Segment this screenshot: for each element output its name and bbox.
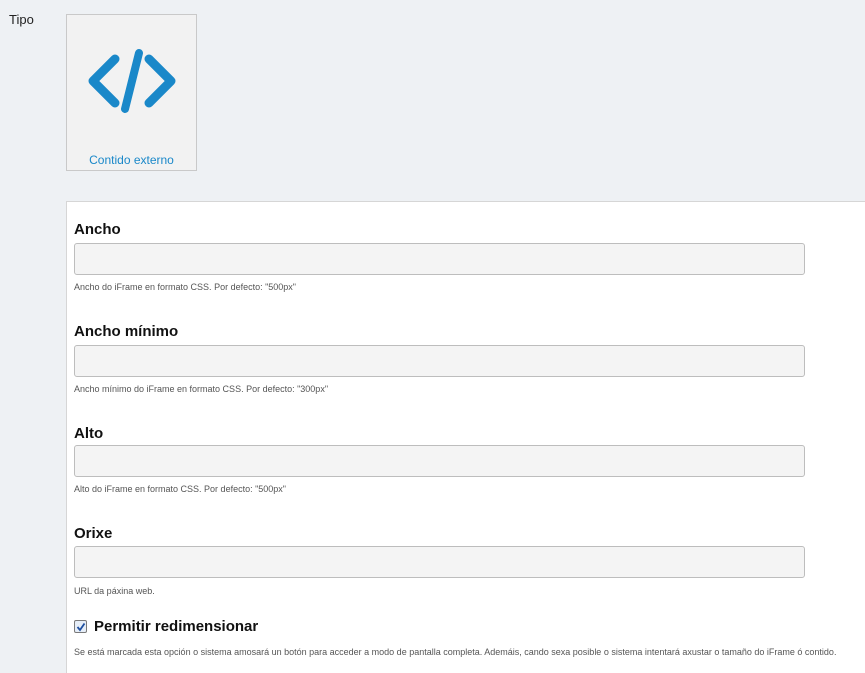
width-input[interactable]	[74, 243, 805, 275]
resize-checkbox-label[interactable]: Permitir redimensionar	[94, 618, 258, 635]
checkmark-icon	[76, 622, 86, 632]
code-icon	[83, 45, 181, 117]
resize-checkbox[interactable]	[74, 620, 87, 633]
form-panel: Ancho Ancho do iFrame en formato CSS. Po…	[66, 201, 865, 673]
width-label: Ancho	[74, 221, 121, 238]
height-description: Alto do iFrame en formato CSS. Por defec…	[74, 484, 286, 494]
source-url-input[interactable]	[74, 546, 805, 578]
min-width-label: Ancho mínimo	[74, 323, 179, 340]
width-description: Ancho do iFrame en formato CSS. Por defe…	[74, 282, 297, 292]
type-label: Tipo	[9, 12, 34, 27]
source-label: Orixe	[74, 525, 113, 542]
content-type-caption: Contido externo	[89, 153, 174, 167]
height-label: Alto	[74, 425, 104, 442]
height-input[interactable]	[74, 445, 805, 477]
source-description: URL da páxina web.	[74, 586, 155, 596]
min-width-description: Ancho mínimo do iFrame en formato CSS. P…	[74, 384, 329, 394]
min-width-input[interactable]	[74, 345, 805, 377]
resize-description: Se está marcada esta opción o sistema am…	[74, 647, 837, 657]
content-type-card-external[interactable]: Contido externo	[66, 14, 197, 171]
